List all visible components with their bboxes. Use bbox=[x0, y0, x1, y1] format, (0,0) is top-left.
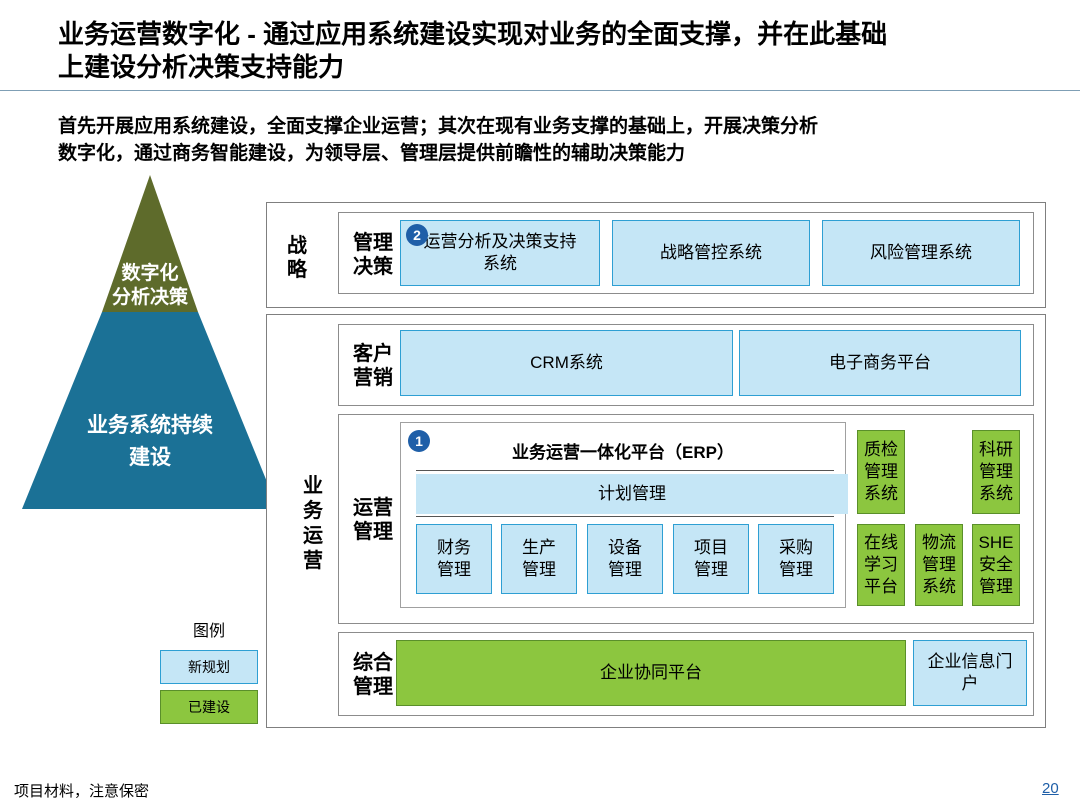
she-line1: SHE bbox=[978, 533, 1014, 552]
operations-label-line2: 管理 bbox=[353, 521, 393, 543]
decision-row-label-line1: 管理 bbox=[353, 232, 393, 254]
erp-title-divider bbox=[416, 470, 834, 471]
module-box-procurement: 采购 管理 bbox=[758, 524, 834, 594]
analysis-system-line1: 运营分析及决策支持 bbox=[423, 232, 577, 251]
business-label-line3: 运 bbox=[303, 525, 323, 547]
business-label-line2: 务 bbox=[303, 500, 323, 522]
module-finance-line1: 财务 bbox=[437, 538, 471, 557]
business-label-line1: 业 bbox=[303, 475, 323, 497]
module-procurement-line1: 采购 bbox=[779, 538, 813, 557]
decision-row-label: 管理 决策 bbox=[348, 231, 398, 279]
page-subtitle: 首先开展应用系统建设，全面支撑企业运营；其次在现有业务支撑的基础上，开展决策分析… bbox=[58, 113, 1058, 167]
strategy-section-label: 战 略 bbox=[282, 234, 312, 282]
customer-marketing-row-label: 客户 营销 bbox=[348, 342, 398, 390]
collaboration-platform-box: 企业协同平台 bbox=[396, 640, 906, 706]
confidential-note: 项目材料，注意保密 bbox=[14, 783, 150, 800]
quality-system-box: 质检 管理 系统 bbox=[857, 430, 905, 514]
quality-line3: 系统 bbox=[864, 484, 898, 503]
operations-label-line1: 运营 bbox=[353, 497, 393, 519]
module-project-line1: 项目 bbox=[694, 538, 728, 557]
customer-marketing-label-line1: 客户 bbox=[353, 343, 393, 365]
module-production-line1: 生产 bbox=[522, 538, 556, 557]
pyramid-top-label: 数字化 分析决策 bbox=[92, 262, 208, 310]
page-subtitle-line2: 数字化，通过商务智能建设，为领导层、管理层提供前瞻性的辅助决策能力 bbox=[58, 143, 686, 164]
risk-management-box: 风险管理系统 bbox=[822, 220, 1020, 286]
ecommerce-platform-box: 电子商务平台 bbox=[739, 330, 1021, 396]
she-line2: 安全 bbox=[979, 555, 1013, 574]
quality-line1: 质检 bbox=[864, 440, 898, 459]
business-section-label: 业 务 运 营 bbox=[298, 474, 328, 574]
crm-system-box: CRM系统 bbox=[400, 330, 733, 396]
module-box-production: 生产 管理 bbox=[501, 524, 577, 594]
general-management-label-line2: 管理 bbox=[353, 676, 393, 698]
general-management-label-line1: 综合 bbox=[353, 652, 393, 674]
operations-row-label: 运营 管理 bbox=[348, 496, 398, 544]
title-divider bbox=[0, 90, 1080, 91]
logistics-line1: 物流 bbox=[922, 533, 956, 552]
research-line2: 管理 bbox=[979, 462, 1013, 481]
business-label-line4: 营 bbox=[303, 550, 323, 572]
learning-line3: 平台 bbox=[864, 577, 898, 596]
she-safety-box: SHE 安全 管理 bbox=[972, 524, 1020, 606]
module-box-equipment: 设备 管理 bbox=[587, 524, 663, 594]
pyramid-bottom-label: 业务系统持续 建设 bbox=[40, 410, 260, 474]
priority-badge-2: 2 bbox=[406, 224, 428, 246]
strategy-control-box: 战略管控系统 bbox=[612, 220, 810, 286]
page-title-line1: 业务运营数字化 - 通过应用系统建设实现对业务的全面支撑，并在此基础 bbox=[58, 19, 888, 49]
module-finance-line2: 管理 bbox=[437, 560, 471, 579]
she-line3: 管理 bbox=[979, 577, 1013, 596]
module-equipment-line1: 设备 bbox=[608, 538, 642, 557]
plan-divider bbox=[416, 516, 834, 517]
customer-marketing-label-line2: 营销 bbox=[353, 367, 393, 389]
learning-line1: 在线 bbox=[864, 533, 898, 552]
erp-platform-title: 业务运营一体化平台（ERP） bbox=[512, 443, 734, 462]
analysis-system-box: 运营分析及决策支持 系统 bbox=[400, 220, 600, 286]
logistics-system-box: 物流 管理 系统 bbox=[915, 524, 963, 606]
page-subtitle-line1: 首先开展应用系统建设，全面支撑企业运营；其次在现有业务支撑的基础上，开展决策分析 bbox=[58, 116, 819, 137]
enterprise-portal-line1: 企业信息门 bbox=[927, 652, 1013, 671]
pyramid-top-label-line1: 数字化 bbox=[121, 263, 179, 284]
module-procurement-line2: 管理 bbox=[779, 560, 813, 579]
strategy-label-line1: 战 bbox=[287, 235, 307, 257]
legend-new-planned: 新规划 bbox=[160, 650, 258, 684]
module-box-finance: 财务 管理 bbox=[416, 524, 492, 594]
page-title: 业务运营数字化 - 通过应用系统建设实现对业务的全面支撑，并在此基础 上建设分析… bbox=[58, 18, 1058, 84]
learning-line2: 学习 bbox=[864, 555, 898, 574]
pyramid-bottom-label-line1: 业务系统持续 bbox=[87, 414, 213, 437]
pyramid-top-label-line2: 分析决策 bbox=[111, 287, 188, 308]
module-project-line2: 管理 bbox=[694, 560, 728, 579]
general-management-row-label: 综合 管理 bbox=[348, 651, 398, 699]
legend-title: 图例 bbox=[192, 623, 225, 640]
analysis-system-line2: 系统 bbox=[483, 254, 517, 273]
logistics-line2: 管理 bbox=[922, 555, 956, 574]
strategy-label-line2: 略 bbox=[287, 259, 307, 281]
enterprise-portal-box: 企业信息门 户 bbox=[913, 640, 1027, 706]
online-learning-box: 在线 学习 平台 bbox=[857, 524, 905, 606]
decision-row-label-line2: 决策 bbox=[353, 256, 393, 278]
research-line3: 系统 bbox=[979, 484, 1013, 503]
plan-management-box: 计划管理 bbox=[416, 474, 848, 514]
module-equipment-line2: 管理 bbox=[608, 560, 642, 579]
research-system-box: 科研 管理 系统 bbox=[972, 430, 1020, 514]
module-box-project: 项目 管理 bbox=[673, 524, 749, 594]
quality-line2: 管理 bbox=[864, 462, 898, 481]
research-line1: 科研 bbox=[979, 440, 1013, 459]
page-title-line2: 上建设分析决策支持能力 bbox=[58, 52, 345, 82]
legend-already-built: 已建设 bbox=[160, 690, 258, 724]
pyramid-bottom-label-line2: 建设 bbox=[129, 446, 171, 469]
module-production-line2: 管理 bbox=[522, 560, 556, 579]
enterprise-portal-line2: 户 bbox=[961, 674, 979, 693]
logistics-line3: 系统 bbox=[922, 577, 956, 596]
page-number: 20 bbox=[1042, 780, 1059, 797]
